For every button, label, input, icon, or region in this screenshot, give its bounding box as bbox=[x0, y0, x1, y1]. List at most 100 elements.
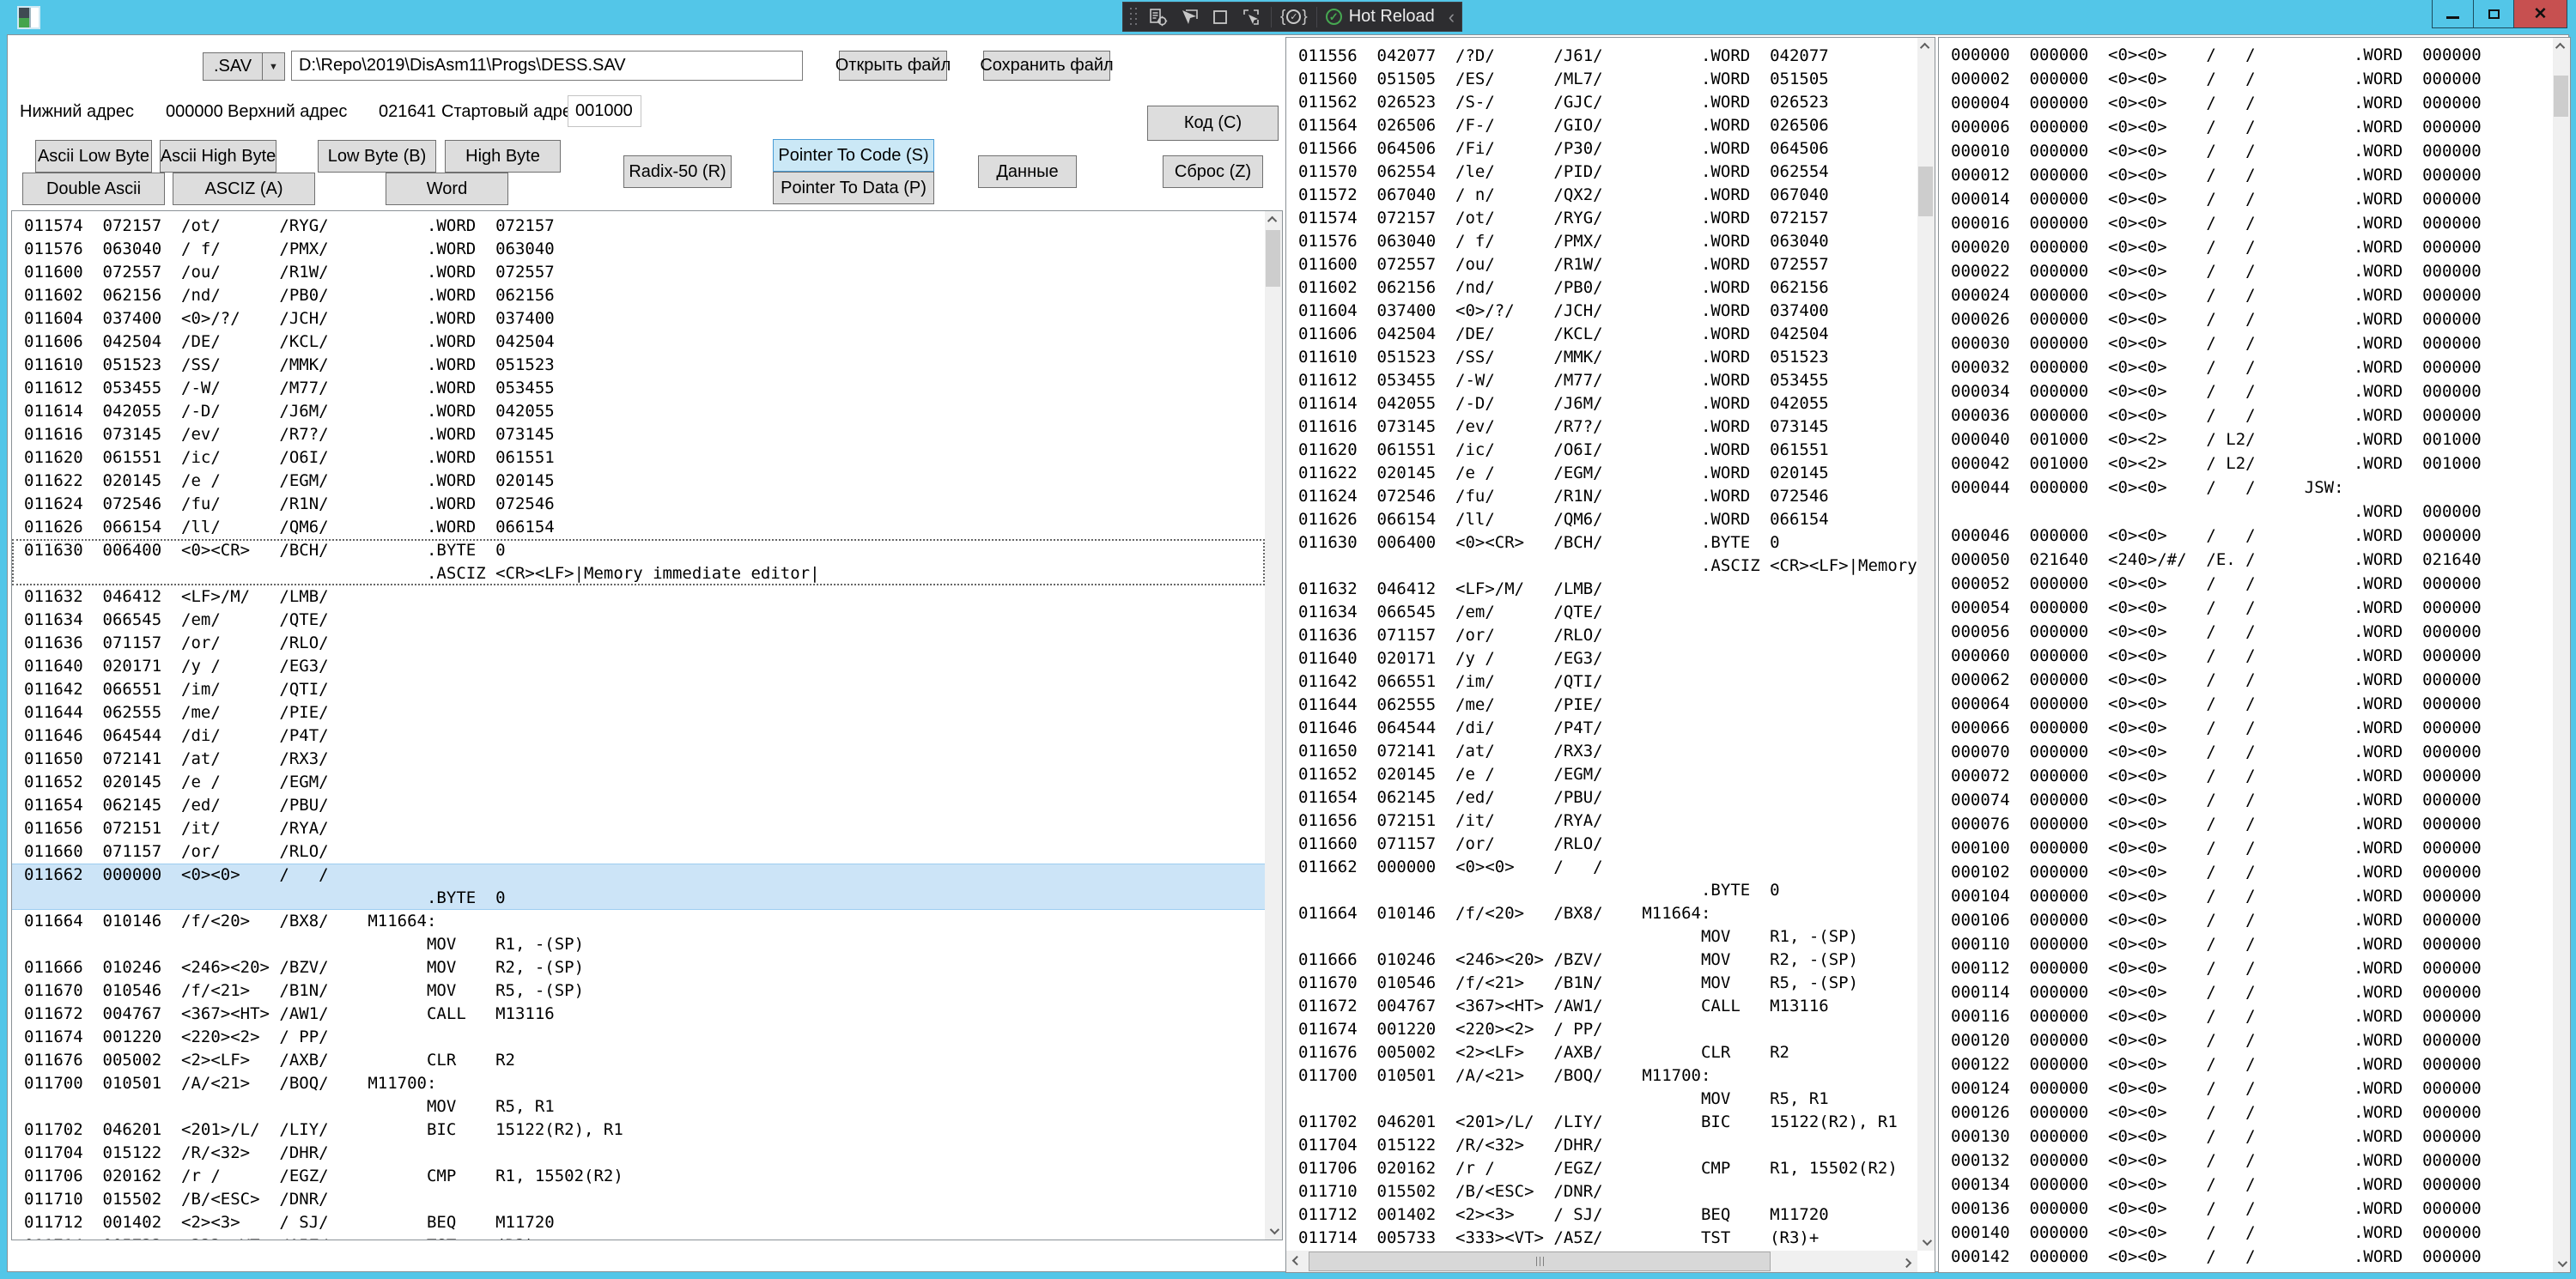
list-row[interactable]: 000070 000000 <0><0> / / .WORD 000000 bbox=[1939, 740, 2553, 764]
list-row[interactable]: 011626 066154 /ll/ /QM6/ .WORD 066154 bbox=[12, 516, 1265, 539]
list-row[interactable]: 011676 005002 <2><LF> /AXB/ CLR R2 bbox=[1286, 1041, 1917, 1064]
list-row[interactable]: 011714 005733 <333><VT> /A5Z/ TST (R3)+ bbox=[12, 1234, 1265, 1240]
list-row[interactable]: 000122 000000 <0><0> / / .WORD 000000 bbox=[1939, 1052, 2553, 1076]
list-row[interactable]: 011670 010546 /f/<21> /B1N/ MOV R5, -(SP… bbox=[12, 979, 1265, 1003]
list-row[interactable]: 000116 000000 <0><0> / / .WORD 000000 bbox=[1939, 1004, 2553, 1028]
ascii-high-byte-button[interactable]: Ascii High Byte bbox=[160, 140, 276, 173]
list-row[interactable]: 011630 006400 <0><CR> /BCH/ .BYTE 0 .ASC… bbox=[12, 539, 1265, 585]
list-row[interactable]: 011642 066551 /im/ /QTI/ bbox=[12, 678, 1265, 701]
hot-reload-button[interactable]: ✓ Hot Reload bbox=[1326, 7, 1435, 27]
list-row[interactable]: 011710 015502 /B/<ESC> /DNR/ bbox=[1286, 1180, 1917, 1203]
list-row[interactable]: 011556 042077 /?D/ /J61/ .WORD 042077 bbox=[1286, 45, 1917, 68]
list-row[interactable]: 000074 000000 <0><0> / / .WORD 000000 bbox=[1939, 788, 2553, 812]
list-row[interactable]: 011714 005733 <333><VT> /A5Z/ TST (R3)+ bbox=[1286, 1227, 1917, 1250]
list-row[interactable]: 011704 015122 /R/<32> /DHR/ bbox=[12, 1142, 1265, 1165]
list-row[interactable]: 000134 000000 <0><0> / / .WORD 000000 bbox=[1939, 1173, 2553, 1197]
combo-dropdown-arrow-icon[interactable]: ▼ bbox=[262, 53, 284, 80]
list-row[interactable]: 000110 000000 <0><0> / / .WORD 000000 bbox=[1939, 932, 2553, 956]
pointer-to-data-button[interactable]: Pointer To Data (P) bbox=[773, 172, 934, 204]
list-row[interactable]: 011700 010501 /A/<21> /BOQ/ M11700: MOV … bbox=[12, 1072, 1265, 1118]
list-row[interactable]: 011634 066545 /em/ /QTE/ bbox=[1286, 601, 1917, 624]
list-row[interactable]: 011624 072546 /fu/ /R1N/ .WORD 072546 bbox=[1286, 485, 1917, 508]
list-row[interactable]: 011562 026523 /S-/ /GJC/ .WORD 026523 bbox=[1286, 91, 1917, 114]
list-row[interactable]: 000044 000000 <0><0> / / JSW: .WORD 0000… bbox=[1939, 476, 2553, 524]
list-row[interactable]: 011702 046201 <201>/L/ /LIY/ BIC 15122(R… bbox=[12, 1118, 1265, 1142]
list-row[interactable]: 000010 000000 <0><0> / / .WORD 000000 bbox=[1939, 139, 2553, 163]
list-row[interactable]: 000140 000000 <0><0> / / .WORD 000000 bbox=[1939, 1221, 2553, 1245]
scroll-up-button[interactable] bbox=[1917, 38, 1935, 55]
list-row[interactable]: 011656 072151 /it/ /RYA/ bbox=[12, 817, 1265, 840]
list-row[interactable]: 000060 000000 <0><0> / / .WORD 000000 bbox=[1939, 644, 2553, 668]
list-row[interactable]: 011664 010146 /f/<20> /BX8/ M11664: MOV … bbox=[12, 910, 1265, 956]
list-row[interactable]: 011566 064506 /Fi/ /P30/ .WORD 064506 bbox=[1286, 137, 1917, 161]
list-row[interactable]: 011706 020162 /r / /EGZ/ CMP R1, 15502(R… bbox=[12, 1165, 1265, 1188]
list-row[interactable]: 011612 053455 /-W/ /M77/ .WORD 053455 bbox=[1286, 369, 1917, 392]
list-row[interactable]: 011576 063040 / f/ /PMX/ .WORD 063040 bbox=[12, 238, 1265, 261]
list-row[interactable]: 011604 037400 <0>/?/ /JCH/ .WORD 037400 bbox=[12, 307, 1265, 330]
list-row[interactable]: 000064 000000 <0><0> / / .WORD 000000 bbox=[1939, 692, 2553, 716]
list-row[interactable]: 000016 000000 <0><0> / / .WORD 000000 bbox=[1939, 211, 2553, 235]
middle-list-hscrollbar[interactable] bbox=[1286, 1251, 1917, 1272]
ascii-low-byte-button[interactable]: Ascii Low Byte bbox=[35, 140, 152, 173]
list-row[interactable]: 011674 001220 <220><2> / PP/ bbox=[12, 1026, 1265, 1049]
list-row[interactable]: 000000 000000 <0><0> / / .WORD 000000 bbox=[1939, 43, 2553, 67]
file-type-combo[interactable]: .SAV ▼ bbox=[203, 52, 285, 81]
scroll-down-button[interactable] bbox=[1265, 1222, 1282, 1240]
list-row[interactable]: 000056 000000 <0><0> / / .WORD 000000 bbox=[1939, 620, 2553, 644]
list-row[interactable]: 000004 000000 <0><0> / / .WORD 000000 bbox=[1939, 91, 2553, 115]
asciz-button[interactable]: ASCIZ (A) bbox=[173, 173, 315, 205]
list-row[interactable]: 000052 000000 <0><0> / / .WORD 000000 bbox=[1939, 572, 2553, 596]
list-row[interactable]: 000030 000000 <0><0> / / .WORD 000000 bbox=[1939, 331, 2553, 355]
list-row[interactable]: 011620 061551 /ic/ /O6I/ .WORD 061551 bbox=[1286, 439, 1917, 462]
list-row[interactable]: 000130 000000 <0><0> / / .WORD 000000 bbox=[1939, 1124, 2553, 1149]
list-row[interactable]: 000072 000000 <0><0> / / .WORD 000000 bbox=[1939, 764, 2553, 788]
list-row[interactable]: 011670 010546 /f/<21> /B1N/ MOV R5, -(SP… bbox=[1286, 972, 1917, 995]
list-row[interactable]: 000036 000000 <0><0> / / .WORD 000000 bbox=[1939, 403, 2553, 427]
low-byte-button[interactable]: Low Byte (B) bbox=[318, 140, 436, 173]
list-row[interactable]: 011700 010501 /A/<21> /BOQ/ M11700: MOV … bbox=[1286, 1064, 1917, 1111]
list-row[interactable]: 011662 000000 <0><0> / / .BYTE 0 bbox=[12, 864, 1265, 910]
list-row[interactable]: 011654 062145 /ed/ /PBU/ bbox=[12, 794, 1265, 817]
list-row[interactable]: 011674 001220 <220><2> / PP/ bbox=[1286, 1018, 1917, 1041]
scroll-thumb[interactable] bbox=[1266, 230, 1280, 287]
list-row[interactable]: 011606 042504 /DE/ /KCL/ .WORD 042504 bbox=[12, 330, 1265, 354]
list-row[interactable]: 000050 021640 <240>/#/ /E. / .WORD 02164… bbox=[1939, 548, 2553, 572]
list-row[interactable]: 011644 062555 /me/ /PIE/ bbox=[12, 701, 1265, 724]
list-row[interactable]: 000020 000000 <0><0> / / .WORD 000000 bbox=[1939, 235, 2553, 259]
list-row[interactable]: 011600 072557 /ou/ /R1W/ .WORD 072557 bbox=[12, 261, 1265, 284]
code-braces-check-icon[interactable]: { ✓ } bbox=[1280, 8, 1308, 27]
toolbar-collapse-chevron-icon[interactable]: ‹ bbox=[1449, 6, 1455, 28]
double-ascii-button[interactable]: Double Ascii bbox=[22, 173, 165, 205]
list-row[interactable]: 011656 072151 /it/ /RYA/ bbox=[1286, 809, 1917, 833]
list-row[interactable]: 000012 000000 <0><0> / / .WORD 000000 bbox=[1939, 163, 2553, 187]
list-row[interactable]: 011560 051505 /ES/ /ML7/ .WORD 051505 bbox=[1286, 68, 1917, 91]
list-row[interactable]: 011574 072157 /ot/ /RYG/ .WORD 072157 bbox=[12, 215, 1265, 238]
scroll-down-button[interactable] bbox=[1917, 1234, 1935, 1251]
list-row[interactable]: 011706 020162 /r / /EGZ/ CMP R1, 15502(R… bbox=[1286, 1157, 1917, 1180]
list-row[interactable]: 000120 000000 <0><0> / / .WORD 000000 bbox=[1939, 1028, 2553, 1052]
scroll-right-button[interactable] bbox=[1899, 1251, 1917, 1272]
list-row[interactable]: 011620 061551 /ic/ /O6I/ .WORD 061551 bbox=[12, 446, 1265, 470]
list-row[interactable]: 011626 066154 /ll/ /QM6/ .WORD 066154 bbox=[1286, 508, 1917, 531]
list-row[interactable]: 011614 042055 /-D/ /J6M/ .WORD 042055 bbox=[1286, 392, 1917, 415]
select-frame-icon[interactable] bbox=[1240, 6, 1262, 28]
list-row[interactable]: 011632 046412 <LF>/M/ /LMB/ bbox=[1286, 578, 1917, 601]
list-row[interactable]: 000066 000000 <0><0> / / .WORD 000000 bbox=[1939, 716, 2553, 740]
list-row[interactable]: 000062 000000 <0><0> / / .WORD 000000 bbox=[1939, 668, 2553, 692]
list-row[interactable]: 011600 072557 /ou/ /R1W/ .WORD 072557 bbox=[1286, 253, 1917, 276]
list-row[interactable]: 011672 004767 <367><HT> /AW1/ CALL M1311… bbox=[12, 1003, 1265, 1026]
list-row[interactable]: 011602 062156 /nd/ /PB0/ .WORD 062156 bbox=[12, 284, 1265, 307]
list-row[interactable]: 011610 051523 /SS/ /MMK/ .WORD 051523 bbox=[1286, 346, 1917, 369]
list-row[interactable]: 011612 053455 /-W/ /M77/ .WORD 053455 bbox=[12, 377, 1265, 400]
scroll-thumb[interactable] bbox=[1918, 167, 1933, 216]
list-row[interactable]: 011572 067040 / n/ /QX2/ .WORD 067040 bbox=[1286, 184, 1917, 207]
list-row[interactable]: 011640 020171 /y / /EG3/ bbox=[1286, 647, 1917, 670]
list-row[interactable]: 000042 001000 <0><2> / L2/ .WORD 001000 bbox=[1939, 452, 2553, 476]
inspect-element-icon[interactable] bbox=[1178, 6, 1200, 28]
list-row[interactable]: 011664 010146 /f/<20> /BX8/ M11664: MOV … bbox=[1286, 902, 1917, 949]
list-row[interactable]: 011624 072546 /fu/ /R1N/ .WORD 072546 bbox=[12, 493, 1265, 516]
scroll-up-button[interactable] bbox=[2553, 38, 2570, 55]
toolbar-grip-handle[interactable] bbox=[1130, 8, 1137, 27]
list-row[interactable]: 011564 026506 /F-/ /GIO/ .WORD 026506 bbox=[1286, 114, 1917, 137]
list-row[interactable]: 011636 071157 /or/ /RLO/ bbox=[12, 632, 1265, 655]
